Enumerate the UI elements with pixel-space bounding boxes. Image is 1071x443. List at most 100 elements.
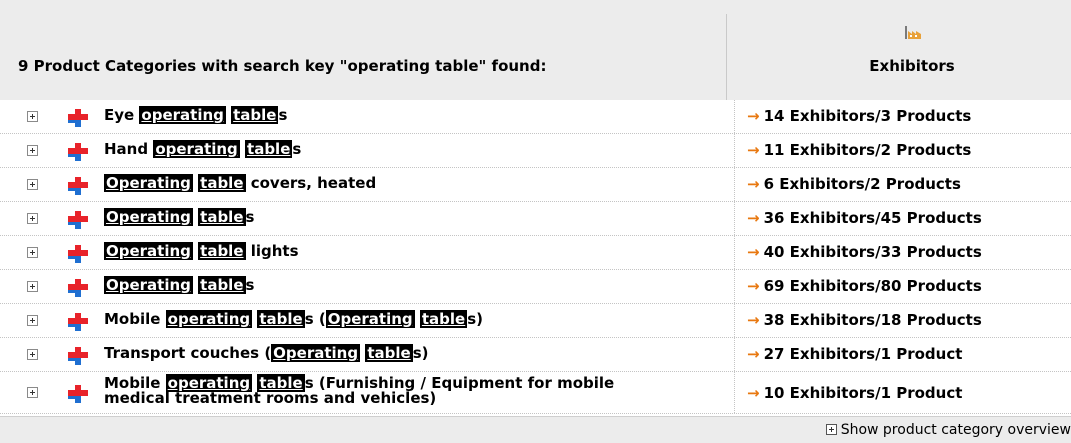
category-list: Eye operating table s → 14 Exhibitors/3 Pro… [0, 100, 1071, 414]
medical-cross-icon [68, 109, 88, 127]
arrow-right-icon: → [747, 243, 760, 261]
search-highlight: Operating [104, 208, 193, 226]
category-text: s [292, 140, 302, 158]
category-text: s) [412, 344, 429, 362]
category-text: s) [467, 310, 484, 328]
category-row: Hand operating table s → 11 Exhibitors/2 Pr… [0, 134, 1071, 168]
category-text: Eye [104, 106, 140, 124]
expand-plus-icon [825, 424, 837, 435]
expand-plus-icon[interactable] [27, 111, 38, 122]
category-link[interactable]: Operating table covers, heated [104, 174, 704, 192]
search-highlight: table [419, 310, 468, 328]
exhibitors-link[interactable]: → 27 Exhibitors/1 Product [747, 345, 962, 363]
factory-icon [905, 26, 921, 39]
category-text: lights [245, 242, 299, 260]
medical-cross-icon [68, 385, 88, 403]
column-divider [734, 134, 736, 167]
search-highlight: Operating [104, 242, 193, 260]
exhibitors-link[interactable]: → 40 Exhibitors/33 Products [747, 243, 982, 261]
medical-cross-icon [68, 347, 88, 365]
search-highlight: operating [153, 140, 240, 158]
exhibitors-count: 38 Exhibitors/18 Products [763, 311, 982, 329]
category-row: Operating table lights → 40 Exhibitors/33 … [0, 236, 1071, 270]
category-link[interactable]: Operating table lights [104, 242, 704, 260]
category-link[interactable]: Transport couches (Operating table s) [104, 344, 704, 362]
search-highlight: table [198, 174, 246, 192]
arrow-right-icon: → [747, 175, 760, 193]
search-highlight: table [245, 140, 293, 158]
expand-plus-icon[interactable] [27, 315, 38, 326]
category-row: Operating table covers, heated → 6 Exhibit… [0, 168, 1071, 202]
expand-plus-icon[interactable] [27, 281, 38, 292]
exhibitors-count: 27 Exhibitors/1 Product [763, 345, 963, 363]
show-overview-link[interactable]: Show product category overview [825, 422, 1071, 438]
search-highlight: operating [165, 310, 253, 328]
column-divider [734, 372, 736, 413]
category-text: covers, heated [245, 174, 377, 192]
category-link[interactable]: Operating table s [104, 208, 704, 226]
exhibitors-count: 36 Exhibitors/45 Products [763, 209, 982, 227]
exhibitors-count: 6 Exhibitors/2 Products [763, 175, 961, 193]
category-link[interactable]: Mobile operating table s (Furnishing / Eq… [104, 374, 704, 407]
exhibitors-count: 69 Exhibitors/80 Products [763, 277, 982, 295]
category-link[interactable]: Hand operating table s [104, 140, 704, 158]
medical-cross-icon [68, 211, 88, 229]
arrow-right-icon: → [747, 141, 760, 159]
search-highlight: Operating [325, 310, 415, 328]
category-row: Eye operating table s → 14 Exhibitors/3 Pro… [0, 100, 1071, 134]
category-link[interactable]: Operating table s [104, 276, 704, 294]
search-highlight: operating [139, 106, 226, 124]
search-highlight: table [198, 208, 246, 226]
category-text: medical treatment rooms and vehicles) [104, 389, 437, 407]
medical-cross-icon [68, 177, 88, 195]
results-title: 9 Product Categories with search key "op… [18, 57, 547, 75]
show-overview-label: Show product category overview [840, 422, 1071, 438]
category-link[interactable]: Eye operating table s [104, 106, 704, 124]
expand-plus-icon[interactable] [27, 387, 38, 398]
arrow-right-icon: → [747, 311, 760, 329]
search-highlight: table [365, 344, 413, 362]
exhibitors-link[interactable]: → 69 Exhibitors/80 Products [747, 277, 982, 295]
column-divider [734, 100, 736, 133]
category-row: Transport couches (Operating table s) → 27 … [0, 338, 1071, 372]
column-divider [734, 236, 736, 269]
exhibitors-count: 14 Exhibitors/3 Products [763, 107, 972, 125]
expand-plus-icon[interactable] [27, 213, 38, 224]
exhibitors-column-header[interactable]: Exhibitors [827, 57, 997, 75]
category-text: s ( [304, 310, 326, 328]
arrow-right-icon: → [747, 277, 760, 295]
category-row: Operating table s → 36 Exhibitors/45 Produc… [0, 202, 1071, 236]
exhibitors-link[interactable]: → 6 Exhibitors/2 Products [747, 175, 961, 193]
medical-cross-icon [68, 245, 88, 263]
search-highlight: Operating [271, 344, 361, 362]
category-row: Mobile operating table s (Furnishing / Eq… [0, 372, 1071, 414]
search-highlight: Operating [104, 174, 193, 192]
exhibitors-link[interactable]: → 10 Exhibitors/1 Product [747, 384, 962, 402]
search-highlight: table [198, 276, 246, 294]
expand-plus-icon[interactable] [27, 145, 38, 156]
column-divider [734, 338, 736, 371]
exhibitors-link[interactable]: → 38 Exhibitors/18 Products [747, 311, 982, 329]
exhibitors-link[interactable]: → 11 Exhibitors/2 Products [747, 141, 971, 159]
category-text: Hand [104, 140, 154, 158]
medical-cross-icon [68, 279, 88, 297]
category-text: s [245, 208, 255, 226]
arrow-right-icon: → [747, 209, 760, 227]
exhibitors-link[interactable]: → 14 Exhibitors/3 Products [747, 107, 971, 125]
search-highlight: table [257, 310, 305, 328]
arrow-right-icon: → [747, 107, 760, 125]
category-text: s [245, 276, 255, 294]
header-divider [726, 14, 727, 100]
arrow-right-icon: → [747, 345, 760, 363]
search-highlight: Operating [104, 276, 193, 294]
search-highlight: table [198, 242, 246, 260]
category-row: Mobile operating table s (Operating table… [0, 304, 1071, 338]
category-text: Transport couches ( [104, 344, 272, 362]
expand-plus-icon[interactable] [27, 247, 38, 258]
expand-plus-icon[interactable] [27, 349, 38, 360]
category-link[interactable]: Mobile operating table s (Operating table… [104, 310, 704, 328]
column-divider [734, 304, 736, 337]
exhibitors-link[interactable]: → 36 Exhibitors/45 Products [747, 209, 982, 227]
search-highlight: table [231, 106, 279, 124]
expand-plus-icon[interactable] [27, 179, 38, 190]
